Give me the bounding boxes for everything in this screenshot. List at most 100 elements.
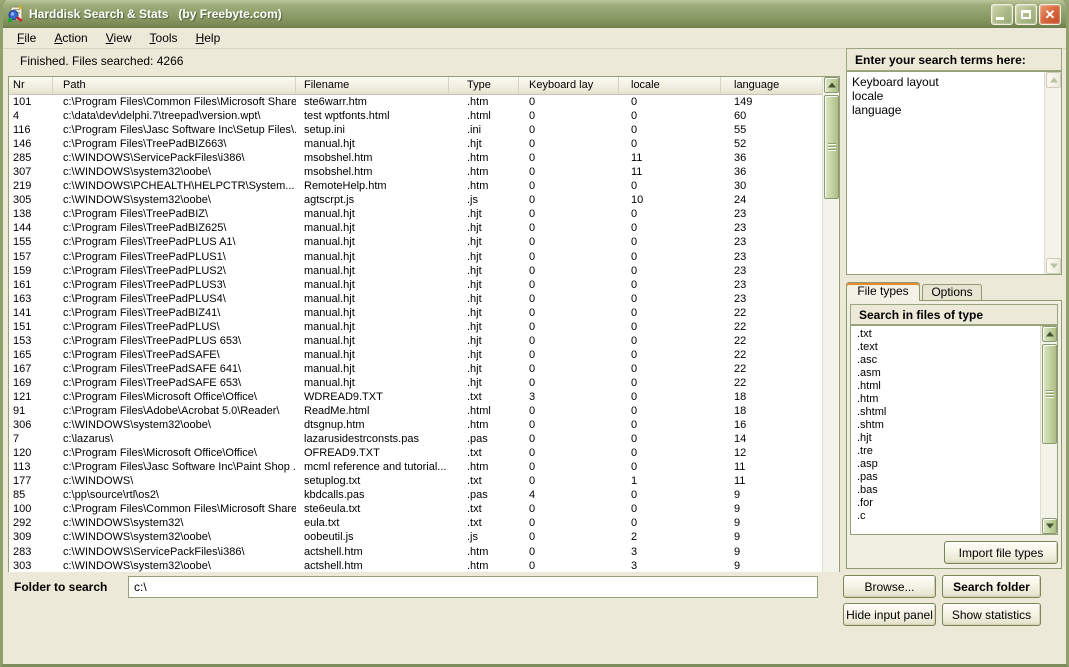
arrow-up-icon — [828, 83, 836, 88]
table-row[interactable]: 285c:\WINDOWS\ServicePackFiles\i386\msob… — [9, 151, 822, 165]
import-file-types-button[interactable]: Import file types — [944, 541, 1058, 564]
table-row[interactable]: 85c:\pp\source\rtl\os2\kbdcalls.pas.pas4… — [9, 488, 822, 502]
table-row[interactable]: 169c:\Program Files\TreePadSAFE 653\manu… — [9, 376, 822, 390]
table-row[interactable]: 151c:\Program Files\TreePadPLUS\manual.h… — [9, 320, 822, 334]
table-row[interactable]: 146c:\Program Files\TreePadBIZ663\manual… — [9, 137, 822, 151]
table-row[interactable]: 120c:\Program Files\Microsoft Office\Off… — [9, 446, 822, 460]
menu-item-help[interactable]: Help — [187, 29, 230, 47]
file-types-title: Search in files of type — [859, 308, 983, 322]
column-header-type[interactable]: Type — [449, 77, 519, 94]
file-type-item[interactable]: .asp — [857, 458, 1040, 471]
file-type-item[interactable]: .html — [857, 380, 1040, 393]
title-bar[interactable]: Harddisk Search & Stats (by Freebyte.com… — [0, 0, 1069, 28]
table-row[interactable]: 138c:\Program Files\TreePadBIZ\manual.hj… — [9, 207, 822, 221]
table-row[interactable]: 101c:\Program Files\Common Files\Microso… — [9, 95, 822, 109]
scroll-down-button[interactable] — [1042, 518, 1057, 534]
table-row[interactable]: 309c:\WINDOWS\system32\oobe\oobeutil.js.… — [9, 530, 822, 544]
table-row[interactable]: 283c:\WINDOWS\ServicePackFiles\i386\acts… — [9, 545, 822, 559]
file-type-item[interactable]: .bas — [857, 484, 1040, 497]
table-row[interactable]: 306c:\WINDOWS\system32\oobe\dtsgnup.htm.… — [9, 418, 822, 432]
table-row[interactable]: 161c:\Program Files\TreePadPLUS3\manual.… — [9, 278, 822, 292]
browse-button[interactable]: Browse... — [843, 575, 936, 598]
menu-item-view[interactable]: View — [97, 29, 141, 47]
maximize-button[interactable] — [1015, 4, 1037, 25]
table-row[interactable]: 100c:\Program Files\Common Files\Microso… — [9, 502, 822, 516]
table-row[interactable]: 167c:\Program Files\TreePadSAFE 641\manu… — [9, 362, 822, 376]
hide-input-panel-button[interactable]: Hide input panel — [843, 603, 936, 626]
file-type-item[interactable]: .asm — [857, 367, 1040, 380]
folder-to-search-label: Folder to search — [14, 580, 107, 594]
column-header-keyboard-lay[interactable]: Keyboard lay — [519, 77, 619, 94]
table-row[interactable]: 163c:\Program Files\TreePadPLUS4\manual.… — [9, 292, 822, 306]
table-row[interactable]: 91c:\Program Files\Adobe\Acrobat 5.0\Rea… — [9, 404, 822, 418]
file-types-scrollbar[interactable] — [1040, 326, 1057, 534]
search-terms-scrollbar[interactable] — [1044, 72, 1061, 274]
arrow-up-icon — [1050, 78, 1058, 83]
table-row[interactable]: 159c:\Program Files\TreePadPLUS2\manual.… — [9, 264, 822, 278]
search-folder-button[interactable]: Search folder — [942, 575, 1041, 598]
table-row[interactable]: 305c:\WINDOWS\system32\oobe\agtscrpt.js.… — [9, 193, 822, 207]
column-header-nr[interactable]: Nr — [9, 77, 53, 94]
table-row[interactable]: 303c:\WINDOWS\system32\oobe\actshell.htm… — [9, 559, 822, 573]
file-type-item[interactable]: .pas — [857, 471, 1040, 484]
table-header: NrPathFilenameTypeKeyboard laylocalelang… — [9, 77, 839, 95]
tab-options[interactable]: Options — [922, 284, 982, 301]
scroll-thumb[interactable] — [824, 95, 839, 199]
table-row[interactable]: 219c:\WINDOWS\PCHEALTH\HELPCTR\System...… — [9, 179, 822, 193]
app-window: Harddisk Search & Stats (by Freebyte.com… — [0, 0, 1069, 667]
file-type-item[interactable]: .for — [857, 497, 1040, 510]
tab-file-types[interactable]: File types — [846, 282, 920, 301]
file-types-listbox: .txt.text.asc.asm.html.htm.shtml.shtm.hj… — [850, 325, 1058, 535]
scroll-up-button[interactable] — [1042, 326, 1057, 342]
file-type-item[interactable]: .hjt — [857, 432, 1040, 445]
table-row[interactable]: 121c:\Program Files\Microsoft Office\Off… — [9, 390, 822, 404]
column-header-path[interactable]: Path — [53, 77, 296, 94]
menu-bar: FileActionViewToolsHelp — [3, 28, 1066, 49]
file-type-item[interactable]: .asc — [857, 354, 1040, 367]
minimize-button[interactable] — [991, 4, 1013, 25]
column-header-filename[interactable]: Filename — [296, 77, 449, 94]
file-types-header: Search in files of type — [850, 304, 1058, 325]
window-title: Harddisk Search & Stats (by Freebyte.com… — [29, 7, 282, 21]
search-terms-header: Enter your search terms here: — [846, 48, 1062, 71]
table-row[interactable]: 144c:\Program Files\TreePadBIZ625\manual… — [9, 221, 822, 235]
table-row[interactable]: 292c:\WINDOWS\system32\eula.txt.txt009 — [9, 516, 822, 530]
table-row[interactable]: 165c:\Program Files\TreePadSAFE\manual.h… — [9, 348, 822, 362]
table-row[interactable]: 153c:\Program Files\TreePadPLUS 653\manu… — [9, 334, 822, 348]
column-header-locale[interactable]: locale — [619, 77, 721, 94]
scroll-down-button[interactable] — [1046, 258, 1061, 274]
tab-strip: File types Options — [846, 282, 1062, 301]
search-terms-input[interactable] — [848, 73, 1044, 273]
table-row[interactable]: 4c:\data\dev\delphi.7\treepad\version.wp… — [9, 109, 822, 123]
menu-item-action[interactable]: Action — [45, 29, 96, 47]
app-icon — [7, 6, 24, 23]
file-type-item[interactable]: .txt — [857, 328, 1040, 341]
file-type-item[interactable]: .shtm — [857, 419, 1040, 432]
scroll-up-button[interactable] — [824, 77, 839, 93]
scroll-thumb[interactable] — [1042, 344, 1057, 444]
menu-item-tools[interactable]: Tools — [141, 29, 187, 47]
table-scrollbar[interactable] — [822, 77, 839, 596]
table-row[interactable]: 155c:\Program Files\TreePadPLUS A1\manua… — [9, 235, 822, 249]
table-row[interactable]: 7c:\lazarus\lazarusidestrconsts.pas.pas0… — [9, 432, 822, 446]
table-row[interactable]: 307c:\WINDOWS\system32\oobe\msobshel.htm… — [9, 165, 822, 179]
table-row[interactable]: 177c:\WINDOWS\setuplog.txt.txt0111 — [9, 474, 822, 488]
table-row[interactable]: 157c:\Program Files\TreePadPLUS1\manual.… — [9, 250, 822, 264]
file-type-item[interactable]: .tre — [857, 445, 1040, 458]
thumb-grip-icon — [828, 143, 836, 151]
table-row[interactable]: 116c:\Program Files\Jasc Software Inc\Se… — [9, 123, 822, 137]
show-statistics-button[interactable]: Show statistics — [942, 603, 1041, 626]
menu-item-file[interactable]: File — [8, 29, 45, 47]
file-type-item[interactable]: .shtml — [857, 406, 1040, 419]
file-type-item[interactable]: .text — [857, 341, 1040, 354]
thumb-grip-icon — [1046, 390, 1054, 398]
file-type-item[interactable]: .c — [857, 510, 1040, 523]
arrow-down-icon — [1046, 524, 1054, 529]
table-row[interactable]: 141c:\Program Files\TreePadBIZ41\manual.… — [9, 306, 822, 320]
folder-to-search-input[interactable] — [128, 576, 818, 598]
table-row[interactable]: 113c:\Program Files\Jasc Software Inc\Pa… — [9, 460, 822, 474]
file-type-item[interactable]: .htm — [857, 393, 1040, 406]
close-button[interactable]: ✕ — [1039, 4, 1061, 25]
arrow-up-icon — [1046, 332, 1054, 337]
scroll-up-button[interactable] — [1046, 72, 1061, 88]
